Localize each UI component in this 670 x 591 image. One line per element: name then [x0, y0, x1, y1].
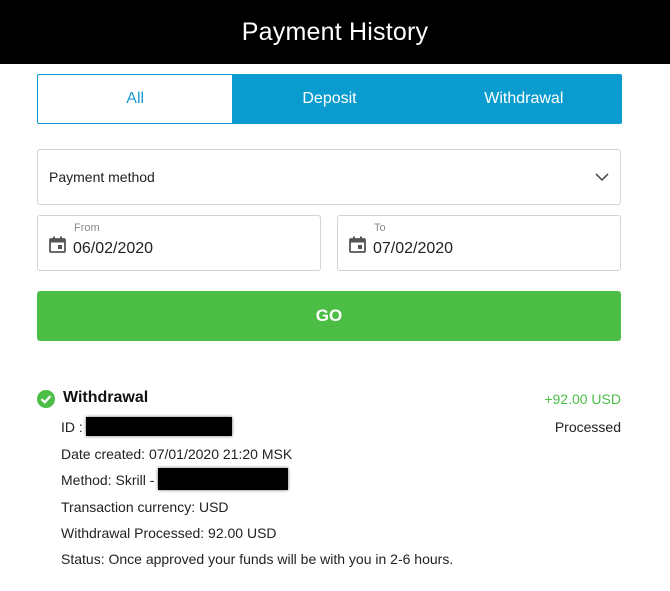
status-text-row: Status: Once approved your funds will be… — [61, 551, 454, 567]
type-tabs: All Deposit Withdrawal — [37, 74, 622, 124]
chevron-down-icon — [595, 173, 609, 182]
page-title: Payment History — [241, 17, 429, 46]
transaction-type: Withdrawal — [63, 389, 149, 406]
tab-deposit[interactable]: Deposit — [232, 75, 426, 123]
transaction-id-label: ID : — [61, 419, 83, 435]
date-created-row: Date created: 07/01/2020 21:20 MSK — [61, 446, 293, 462]
date-from-value: 06/02/2020 — [73, 240, 154, 257]
date-to-field[interactable]: To 07/02/2020 — [337, 215, 621, 271]
date-from-field[interactable]: From 06/02/2020 — [37, 215, 321, 271]
status-badge: Processed — [554, 419, 621, 435]
check-circle-icon — [37, 390, 55, 408]
processed-row: Withdrawal Processed: 92.00 USD — [61, 525, 277, 541]
transaction-item: Withdrawal +92.00 USD Processed ID : Dat… — [37, 385, 622, 575]
transaction-id-row: ID : — [61, 417, 232, 437]
date-from-label: From — [74, 222, 100, 234]
currency-row: Transaction currency: USD — [61, 499, 229, 515]
calendar-icon — [349, 236, 366, 253]
method-label: Method: Skrill - — [61, 472, 155, 488]
transaction-amount: +92.00 USD — [544, 391, 621, 407]
date-to-value: 07/02/2020 — [373, 240, 454, 257]
payment-method-select[interactable]: Payment method — [37, 149, 621, 205]
date-to-label: To — [374, 222, 386, 234]
go-button[interactable]: GO — [37, 291, 621, 341]
redacted-id-block — [85, 417, 232, 437]
calendar-icon — [49, 236, 66, 253]
page-header: Payment History — [0, 0, 670, 64]
payment-method-label: Payment method — [49, 169, 155, 185]
redacted-method-block — [158, 468, 289, 491]
tab-all[interactable]: All — [38, 75, 233, 123]
method-row: Method: Skrill - — [61, 468, 289, 491]
tab-withdrawal[interactable]: Withdrawal — [427, 75, 621, 123]
